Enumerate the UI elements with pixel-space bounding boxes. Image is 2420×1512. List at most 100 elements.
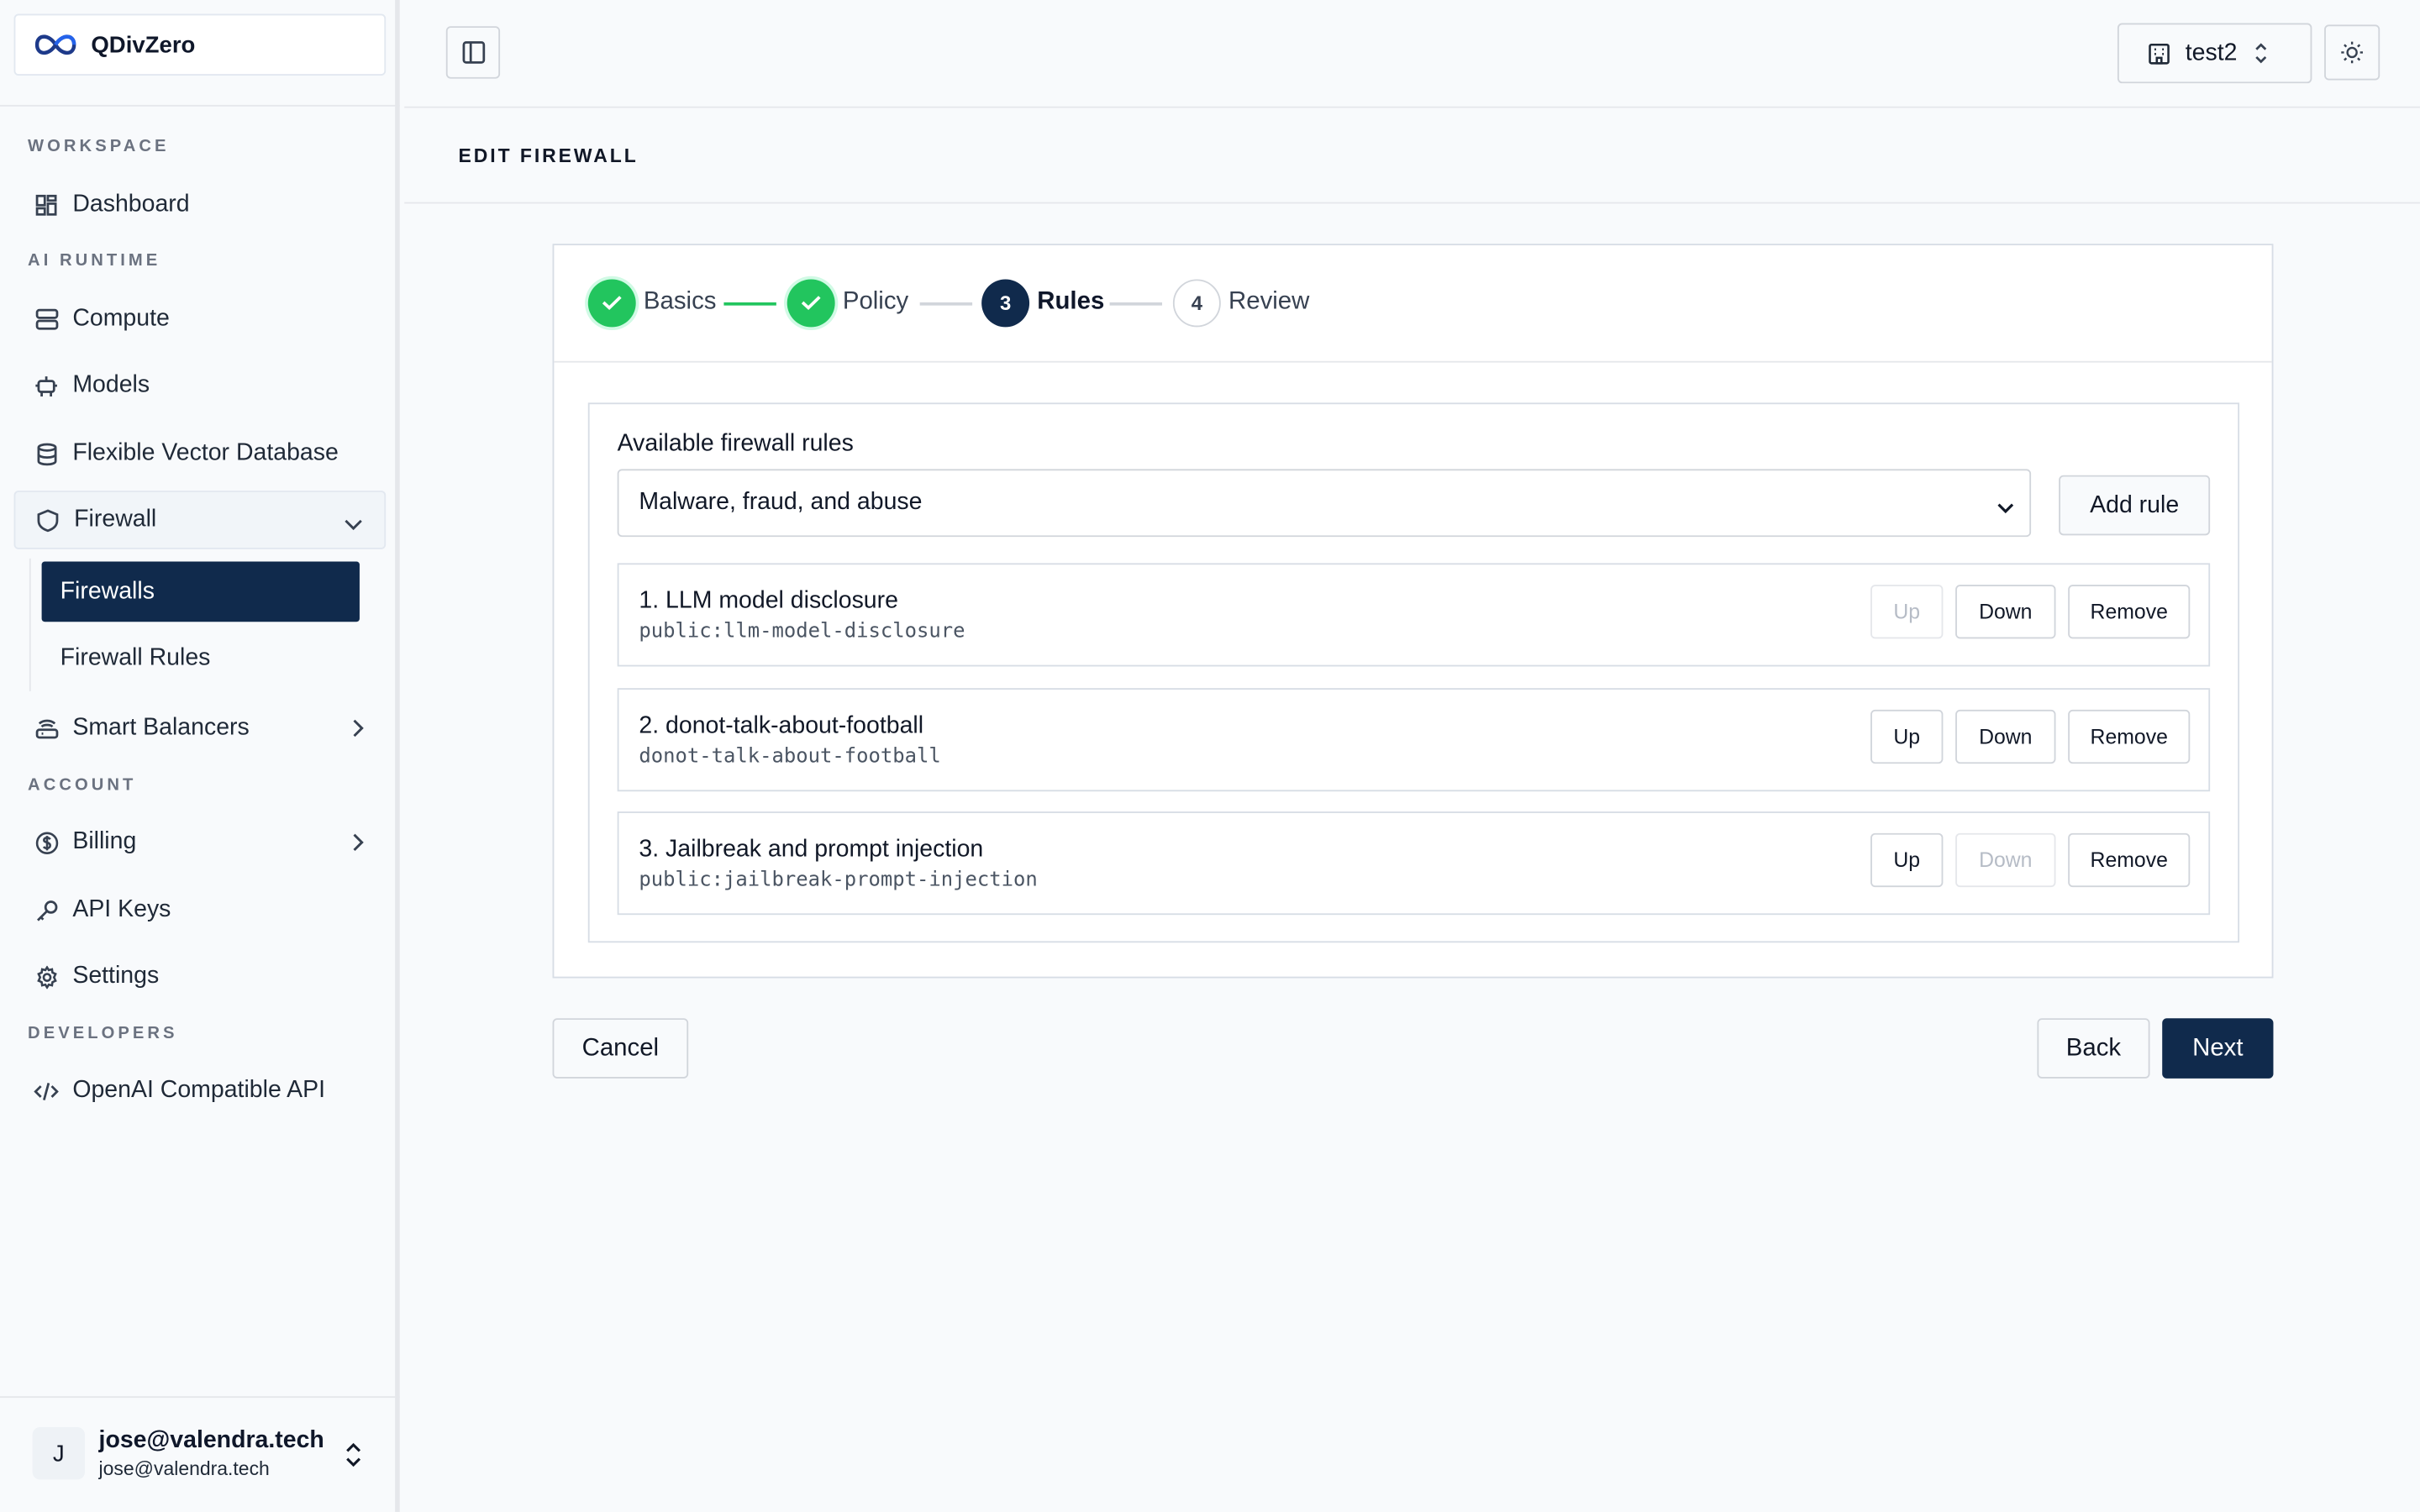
step-complete-badge xyxy=(587,278,636,327)
step-label: Rules xyxy=(1037,288,1105,315)
step-number-badge: 4 xyxy=(1172,278,1221,327)
infinity-logo-icon xyxy=(34,34,76,55)
sidebar-item-label: OpenAI Compatible API xyxy=(72,1077,326,1104)
chevron-right-icon xyxy=(352,832,365,859)
sidebar-item-firewalls[interactable]: Firewalls xyxy=(41,561,360,622)
building-icon xyxy=(2149,43,2170,65)
chevrons-up-down-icon xyxy=(2253,42,2268,66)
brand-name: QDivZero xyxy=(91,31,196,58)
sidebar-item-label: Firewalls xyxy=(60,577,155,605)
sidebar-item-label: Billing xyxy=(72,828,137,855)
back-button[interactable]: Back xyxy=(2037,1018,2150,1079)
step-rules[interactable]: 3 Rules xyxy=(981,278,1104,328)
organization-switcher[interactable]: test2 xyxy=(2117,23,2312,84)
user-name[interactable]: jose@valendra.tech xyxy=(99,1427,324,1455)
rule-row: 3. Jailbreak and prompt injection public… xyxy=(617,811,2211,916)
rule-name: 3. Jailbreak and prompt injection xyxy=(639,836,984,863)
brand-switcher[interactable]: QDivZero xyxy=(13,13,387,76)
sidebar-item-openai-api[interactable]: OpenAI Compatible API xyxy=(14,1062,387,1121)
available-rules-label: Available firewall rules xyxy=(617,430,854,457)
check-icon xyxy=(801,296,821,310)
section-title-account: ACCOUNT xyxy=(28,775,137,795)
step-complete-badge xyxy=(786,278,835,327)
sun-icon xyxy=(2341,41,2363,64)
page-header: EDIT FIREWALL xyxy=(404,108,2420,204)
step-basics[interactable]: Basics xyxy=(587,278,717,328)
rule-row: 1. LLM model disclosure public:llm-model… xyxy=(617,563,2211,667)
sidebar-item-firewall-rules[interactable]: Firewall Rules xyxy=(42,628,360,689)
remove-rule-button[interactable]: Remove xyxy=(2068,585,2191,639)
dollar-circle-icon xyxy=(34,830,58,854)
sidebar-item-label: Flexible Vector Database xyxy=(72,439,339,466)
move-up-button[interactable]: Up xyxy=(1870,709,1944,764)
organization-name: test2 xyxy=(2185,39,2238,66)
section-title-workspace: WORKSPACE xyxy=(28,137,170,156)
step-review[interactable]: 4 Review xyxy=(1172,278,1310,328)
avatar[interactable]: J xyxy=(32,1426,86,1480)
step-label: Basics xyxy=(643,288,717,315)
top-header: test2 xyxy=(404,0,2420,108)
rules-panel: Available firewall rules Malware, fraud,… xyxy=(587,402,2240,943)
sidebar-item-label: API Keys xyxy=(72,896,171,923)
sidebar-item-label: Smart Balancers xyxy=(72,714,250,741)
step-number-badge: 3 xyxy=(981,278,1030,327)
gear-icon xyxy=(34,964,58,989)
section-title-developers: DEVELOPERS xyxy=(28,1024,178,1043)
sidebar-divider xyxy=(0,104,400,107)
move-down-button[interactable]: Down xyxy=(1955,709,2056,764)
sidebar-item-label: Compute xyxy=(72,305,170,332)
sidebar-item-api-keys[interactable]: API Keys xyxy=(14,881,387,940)
sidebar-item-label: Firewall xyxy=(74,506,157,533)
stepper: Basics Policy 3 Rules 4 Review xyxy=(554,245,2272,363)
theme-toggle-button[interactable] xyxy=(2324,24,2381,81)
remove-rule-button[interactable]: Remove xyxy=(2068,709,2191,764)
sidebar-item-label: Settings xyxy=(72,963,160,990)
rule-select[interactable]: Malware, fraud, and abuse xyxy=(617,469,2032,538)
bot-icon xyxy=(34,373,58,397)
step-policy[interactable]: Policy xyxy=(786,278,909,328)
step-connector xyxy=(1109,302,1163,306)
dashboard-icon xyxy=(34,193,58,218)
submenu-guide-line xyxy=(29,558,31,691)
sidebar-item-smart-balancers[interactable]: Smart Balancers xyxy=(14,699,387,758)
user-email: jose@valendra.tech xyxy=(98,1457,270,1480)
wizard-card: Basics Policy 3 Rules 4 Review Available xyxy=(552,244,2274,979)
sidebar-item-firewall[interactable]: Firewall xyxy=(13,491,387,549)
page-title: EDIT FIREWALL xyxy=(458,144,639,167)
key-icon xyxy=(34,898,58,922)
rule-id: donot-talk-about-football xyxy=(639,745,941,769)
move-down-button[interactable]: Down xyxy=(1955,585,2056,639)
cancel-button[interactable]: Cancel xyxy=(552,1018,689,1079)
step-label: Review xyxy=(1228,288,1310,315)
sidebar-item-vector-db[interactable]: Flexible Vector Database xyxy=(14,424,387,483)
next-button[interactable]: Next xyxy=(2162,1018,2274,1079)
sidebar-item-label: Dashboard xyxy=(72,191,190,218)
sidebar: QDivZero WORKSPACE Dashboard AI RUNTIME … xyxy=(0,0,400,1512)
step-label: Policy xyxy=(842,288,909,315)
sidebar-toggle-button[interactable] xyxy=(445,26,501,79)
sidebar-item-dashboard[interactable]: Dashboard xyxy=(14,176,387,234)
chevrons-up-down-icon[interactable] xyxy=(343,1441,365,1476)
sidebar-item-label: Firewall Rules xyxy=(60,643,211,671)
code-icon xyxy=(34,1079,59,1103)
rule-name: 1. LLM model disclosure xyxy=(639,587,898,615)
database-icon xyxy=(34,441,58,465)
chevron-down-icon xyxy=(345,511,363,538)
move-up-button[interactable]: Up xyxy=(1870,832,1944,888)
add-rule-button[interactable]: Add rule xyxy=(2059,475,2211,536)
panel-left-icon xyxy=(461,41,485,64)
sidebar-item-billing[interactable]: Billing xyxy=(14,813,387,872)
move-up-button[interactable]: Up xyxy=(1870,585,1944,639)
sidebar-item-models[interactable]: Models xyxy=(14,356,387,415)
step-connector xyxy=(723,302,776,306)
server-icon xyxy=(34,307,58,332)
chevron-down-icon xyxy=(1997,494,2014,522)
remove-rule-button[interactable]: Remove xyxy=(2068,832,2191,888)
move-down-button[interactable]: Down xyxy=(1955,832,2056,888)
rule-id: public:jailbreak-prompt-injection xyxy=(639,869,1038,892)
check-icon xyxy=(602,296,622,310)
sidebar-item-settings[interactable]: Settings xyxy=(14,948,387,1006)
rule-row: 2. donot-talk-about-football donot-talk-… xyxy=(617,688,2211,792)
step-connector xyxy=(919,302,973,306)
sidebar-item-compute[interactable]: Compute xyxy=(14,290,387,349)
